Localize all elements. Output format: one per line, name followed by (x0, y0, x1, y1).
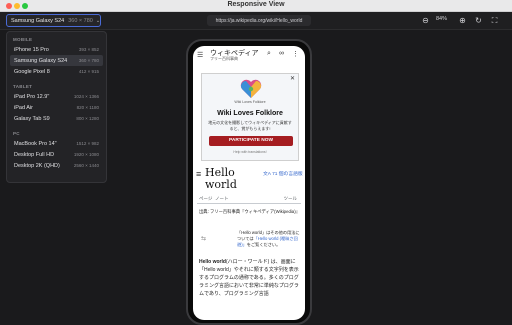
url-field[interactable]: https://ja.wikipedia.org/wiki/Hello_worl… (207, 15, 311, 26)
toolbar: Samsung Galaxy S24 360 × 780 ⌄ https://j… (0, 12, 512, 30)
tab-page[interactable]: ページ (199, 196, 212, 202)
wiki-logo-sub: フリー百科事典 (210, 56, 238, 61)
zoom-out-button[interactable]: ⊖ (420, 15, 431, 26)
device-option-ipad-pro[interactable]: iPad Pro 12.9" 1024 × 1366 (10, 91, 103, 102)
banner-text: 地元の文化を撮影してウィキペディアに貢献すると、賞がもらえます! (208, 120, 292, 131)
tab-note[interactable]: ノート (215, 196, 229, 202)
device-option-desktop-2k[interactable]: Desktop 2K (QHD) 2560 × 1440 (10, 160, 103, 171)
phone-frame: ☰ ウィキペディア フリー百科事典 ⌕ ∞ ⋮ ✕ Wiki Loves Fol… (186, 39, 312, 325)
article-body: Hello world(ハロー・ワールド) は、画面に「Hello world」… (199, 258, 299, 298)
device-resolution: 360 × 780 (68, 17, 93, 24)
wiki-header: ☰ ウィキペディア フリー百科事典 ⌕ ∞ ⋮ (193, 46, 305, 64)
device-name: Samsung Galaxy S24 (11, 17, 65, 24)
banner-small-label: Wiki Loves Folklore (234, 100, 266, 104)
device-option-desktop-fhd[interactable]: Desktop Full HD 1920 × 1080 (10, 149, 103, 160)
group-label-pc: PC (13, 131, 20, 136)
device-selector[interactable]: Samsung Galaxy S24 360 × 780 ⌄ (6, 14, 101, 27)
page-title: Hello world (205, 166, 237, 191)
campaign-banner: ✕ Wiki Loves Folklore Wiki Loves Folklor… (201, 73, 299, 161)
device-option-iphone-15-pro[interactable]: iPhone 15 Pro 393 × 852 (10, 44, 103, 55)
group-label-tablet: TABLET (13, 84, 33, 89)
preview-stage: ☰ ウィキペディア フリー百科事典 ⌕ ∞ ⋮ ✕ Wiki Loves Fol… (110, 31, 512, 325)
disambiguation-icon: ⇆ (201, 236, 207, 242)
wiki-loves-folklore-logo (240, 79, 262, 98)
device-option-ipad-air[interactable]: iPad Air 820 × 1180 (10, 102, 103, 113)
device-option-pixel-8[interactable]: Google Pixel 8 412 × 915 (10, 66, 103, 77)
menu-icon[interactable]: ☰ (197, 51, 203, 59)
chevron-down-icon: ⌄ (95, 17, 101, 24)
device-option-galaxy-s24[interactable]: Samsung Galaxy S24 360 × 780 (10, 55, 103, 66)
glasses-icon[interactable]: ∞ (279, 50, 284, 57)
tab-tools[interactable]: ツール (284, 196, 298, 202)
banner-title: Wiki Loves Folklore (217, 110, 283, 117)
zoom-level: 84% (436, 16, 448, 22)
translate-icon: 文A (263, 172, 273, 177)
language-link[interactable]: 文A 71 個の言語版 (263, 170, 303, 177)
more-icon[interactable]: ⋮ (292, 50, 299, 58)
help-translate-link[interactable]: Help with translations! (202, 150, 298, 154)
search-icon[interactable]: ⌕ (267, 50, 271, 58)
hatnote-text: 「Hello world」はその他の用法については「Hello world (曖… (237, 230, 300, 247)
device-screen[interactable]: ☰ ウィキペディア フリー百科事典 ⌕ ∞ ⋮ ✕ Wiki Loves Fol… (193, 46, 305, 320)
zoom-in-button[interactable]: ⊕ (457, 15, 468, 26)
fullscreen-icon[interactable]: ⛶ (489, 15, 500, 26)
device-option-macbook-pro[interactable]: MacBook Pro 14" 1512 × 982 (10, 138, 103, 149)
close-icon[interactable]: ✕ (290, 75, 295, 82)
participate-button[interactable]: PARTICIPATE NOW (209, 136, 293, 146)
device-dropdown: MOBILE iPhone 15 Pro 393 × 852 Samsung Ga… (6, 31, 107, 183)
window-title: Responsive View (227, 1, 285, 8)
body-bold-term: Hello world (199, 259, 226, 265)
title-bar: Responsive View (0, 0, 512, 12)
source-line: 出典: フリー百科事典『ウィキペディア(Wikipedia)』 (199, 209, 300, 214)
device-option-galaxy-tab-s9[interactable]: Galaxy Tab S9 800 × 1280 (10, 113, 103, 124)
app-window: Responsive View Samsung Galaxy S24 360 ×… (0, 0, 512, 325)
book-icon: ≡ (196, 169, 202, 179)
rotate-icon[interactable]: ↻ (473, 15, 484, 26)
group-label-mobile: MOBILE (13, 37, 33, 42)
article-tabs: ページ ノート ツール (197, 196, 301, 204)
